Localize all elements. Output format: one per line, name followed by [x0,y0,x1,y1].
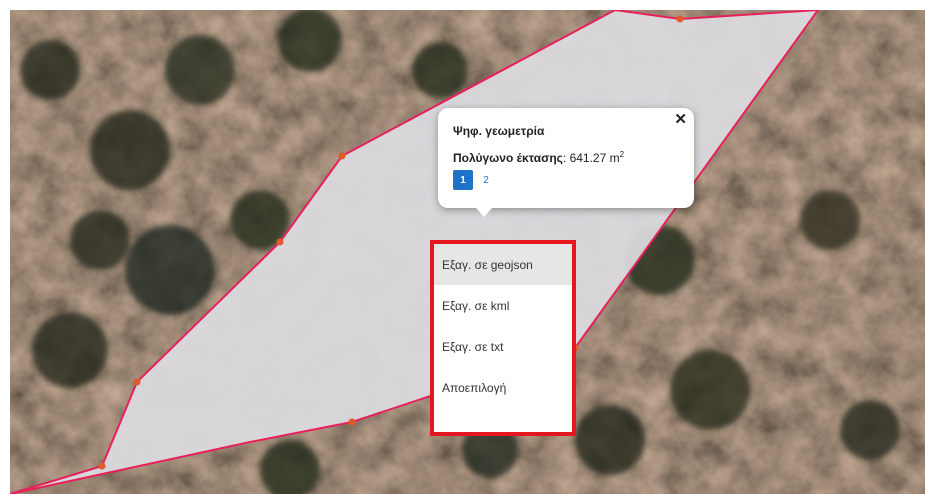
page-button-1[interactable]: 1 [453,170,473,190]
vertex-marker[interactable] [98,462,106,470]
feature-info-popup: ✕ Ψηφ. γεωμετρία Πολύγωνο έκτασης: 641.2… [438,108,694,208]
popup-title: Ψηφ. γεωμετρία [453,124,545,138]
menu-item-export-txt[interactable]: Εξαγ. σε txt [434,326,572,367]
area-unit-exponent: 2 [619,150,625,159]
vertex-marker[interactable] [338,152,346,160]
page-button-2[interactable]: 2 [476,170,496,190]
popup-pager: 1 2 [453,170,496,190]
vertex-marker[interactable] [676,15,684,23]
area-value: : 641.27 m [562,151,620,165]
area-info: Πολύγωνο έκτασης: 641.27 m2 [453,150,624,165]
vertex-marker[interactable] [133,378,141,386]
menu-item-deselect[interactable]: Αποεπιλογή [434,367,572,408]
menu-item-export-kml[interactable]: Εξαγ. σε kml [434,285,572,326]
area-label: Πολύγωνο έκτασης [453,151,563,165]
vertex-marker[interactable] [276,238,284,246]
popup-pointer [475,207,493,217]
context-menu: Εξαγ. σε geojson Εξαγ. σε kml Εξαγ. σε t… [430,240,576,436]
vertex-marker[interactable] [348,418,356,426]
close-icon[interactable]: ✕ [674,112,687,128]
menu-item-export-geojson[interactable]: Εξαγ. σε geojson [434,244,572,285]
map-frame: ✕ Ψηφ. γεωμετρία Πολύγωνο έκτασης: 641.2… [10,10,925,494]
